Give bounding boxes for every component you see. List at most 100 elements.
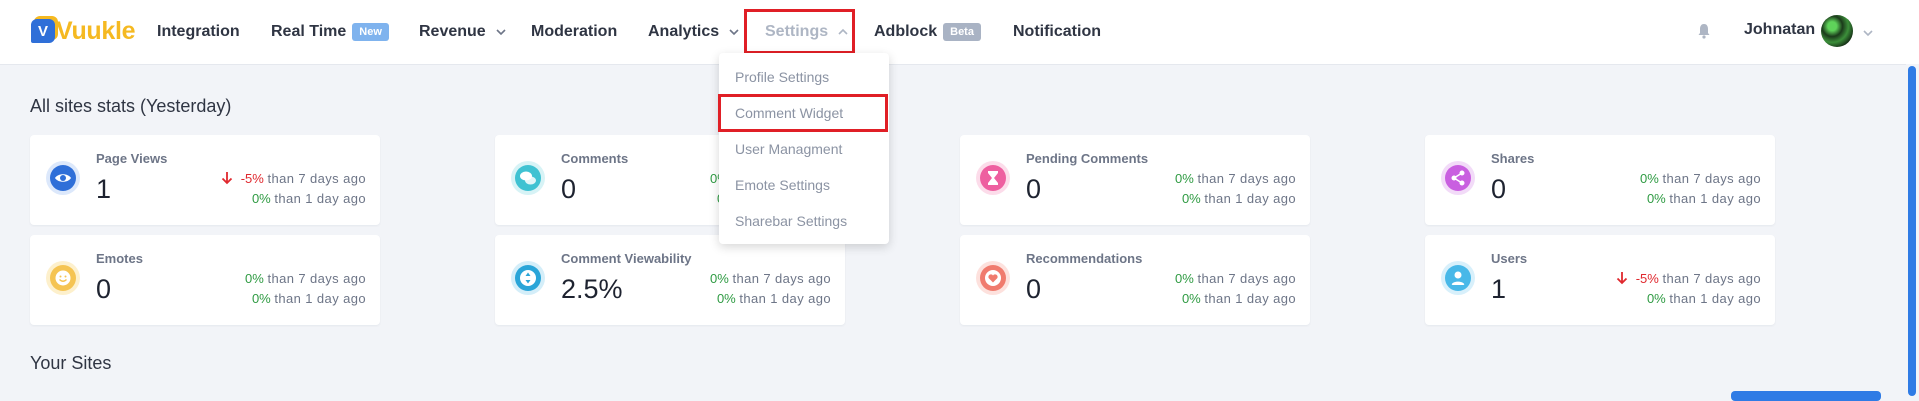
- trend-1-day-pct: 0%: [251, 191, 271, 206]
- trend-7-days: 0% than 7 days ago: [1175, 271, 1296, 286]
- stat-value: 2.5%: [561, 274, 623, 304]
- trend-7-days: 0% than 7 days ago: [245, 271, 366, 286]
- stat-card: Emotes 0 0% than 7 days ago 0% than 1 day a…: [30, 235, 380, 325]
- add-site-button[interactable]: [1731, 391, 1881, 401]
- stat-label: Pending Comments: [1026, 151, 1149, 166]
- trend-7-days-text: than 7 days ago: [267, 271, 366, 286]
- trend-1-day-pct: 0%: [1181, 191, 1201, 206]
- trend-1-day-pct: 0%: [1646, 291, 1666, 306]
- trend-1-day: 0% than 1 day ago: [252, 291, 366, 306]
- stat-icon-wrap: [511, 261, 545, 295]
- arrow-down-icon: [1616, 272, 1627, 285]
- stat-icon-wrap: [1441, 161, 1475, 195]
- logo-text: Vuukle: [56, 16, 136, 45]
- stat-label: Comment Viewability: [561, 251, 692, 266]
- menu-sharebar-settings[interactable]: Sharebar Settings: [735, 213, 847, 229]
- trend-1-day-pct: 0%: [251, 291, 271, 306]
- arrow-down-icon: [221, 172, 232, 185]
- trend-7-days-pct: 0%: [1175, 271, 1194, 286]
- stat-card: Users 1 -5% than 7 days ago 0% than 1 day a…: [1425, 235, 1775, 325]
- stat-icon-wrap: [511, 161, 545, 195]
- your-sites-title: Your Sites: [30, 353, 112, 373]
- nav-notification[interactable]: Notification: [1013, 21, 1101, 43]
- trend-7-days-pct: 0%: [1175, 171, 1194, 186]
- trend-7-days: 0% than 7 days ago: [710, 271, 831, 286]
- stat-value: 0: [1491, 174, 1507, 204]
- eye-icon: [50, 165, 76, 191]
- new-badge: New: [352, 23, 389, 41]
- trend-1-day: 0% than 1 day ago: [1647, 291, 1761, 306]
- trend-1-day: 0% than 1 day ago: [1647, 191, 1761, 206]
- stat-label: Recommendations: [1026, 251, 1143, 266]
- chevron-down-icon: [729, 29, 739, 36]
- trend-1-day-text: than 1 day ago: [1204, 291, 1296, 306]
- menu-user-managment[interactable]: User Managment: [735, 141, 842, 157]
- stat-icon-wrap: [976, 161, 1010, 195]
- trend-7-days: -5% than 7 days ago: [1615, 271, 1761, 286]
- trend-7-days-pct: -5%: [1635, 271, 1659, 286]
- trend-1-day-text: than 1 day ago: [274, 291, 366, 306]
- stat-label: Page Views: [96, 151, 168, 166]
- stat-card: Shares 0 0% than 7 days ago 0% than 1 day a…: [1425, 135, 1775, 225]
- stat-value: 1: [1491, 274, 1507, 304]
- chevron-down-icon[interactable]: [1862, 27, 1874, 39]
- share-icon: [1445, 165, 1471, 191]
- nav-notification-label: Notification: [1013, 23, 1101, 40]
- trend-1-day-text: than 1 day ago: [274, 191, 366, 206]
- user-icon: [1445, 265, 1471, 291]
- vuukle-logo[interactable]: V Vuukle: [31, 14, 136, 48]
- hourglass-icon: [980, 165, 1006, 191]
- stat-icon-wrap: [46, 261, 80, 295]
- stat-card: Page Views 1 -5% than 7 days ago 0% than 1 …: [30, 135, 380, 225]
- stat-value: 0: [561, 174, 577, 204]
- stat-card: Recommendations 0 0% than 7 days ago 0% tha…: [960, 235, 1310, 325]
- nav-adblock[interactable]: Adblock Beta: [874, 21, 981, 43]
- stat-card: Pending Comments 0 0% than 7 days ago 0% th…: [960, 135, 1310, 225]
- nav-moderation[interactable]: Moderation: [531, 21, 617, 43]
- bell-icon[interactable]: [1696, 21, 1712, 41]
- trend-1-day: 0% than 1 day ago: [252, 191, 366, 206]
- top-navbar: V Vuukle Integration Real Time New Reven…: [0, 0, 1919, 65]
- chevron-up-icon: [838, 28, 848, 35]
- stat-card: Comment Viewability 2.5% 0% than 7 days ag…: [495, 235, 845, 325]
- smiley-icon: [50, 265, 76, 291]
- stat-label: Emotes: [96, 251, 143, 266]
- trend-1-day-text: than 1 day ago: [1204, 191, 1296, 206]
- trend-7-days-text: than 7 days ago: [732, 271, 831, 286]
- avatar[interactable]: [1821, 15, 1853, 47]
- nav-revenue-label: Revenue: [419, 23, 486, 40]
- trend-7-days: -5% than 7 days ago: [220, 171, 366, 186]
- menu-comment-widget[interactable]: Comment Widget: [735, 105, 843, 121]
- heart-icon: [980, 265, 1006, 291]
- chevron-down-icon: [496, 29, 506, 36]
- nav-settings[interactable]: Settings: [765, 21, 849, 43]
- stat-value: 0: [1026, 274, 1042, 304]
- up-down-arrows-icon: [515, 265, 541, 291]
- nav-adblock-label: Adblock: [874, 23, 938, 40]
- nav-settings-label: Settings: [765, 23, 829, 40]
- trend-7-days-text: than 7 days ago: [1197, 171, 1296, 186]
- menu-emote-settings[interactable]: Emote Settings: [735, 177, 830, 193]
- menu-profile-settings[interactable]: Profile Settings: [735, 69, 829, 85]
- beta-badge: Beta: [943, 23, 981, 41]
- stat-icon-wrap: [1441, 261, 1475, 295]
- nav-revenue[interactable]: Revenue: [419, 21, 507, 43]
- trend-7-days-text: than 7 days ago: [1662, 271, 1761, 286]
- stat-label: Comments: [561, 151, 629, 166]
- settings-dropdown: Profile Settings Comment Widget User Man…: [719, 53, 889, 244]
- nav-integration-label: Integration: [157, 23, 240, 40]
- trend-1-day-text: than 1 day ago: [1669, 191, 1761, 206]
- stat-value: 1: [96, 174, 112, 204]
- trend-1-day: 0% than 1 day ago: [1182, 191, 1296, 206]
- trend-7-days-pct: 0%: [245, 271, 264, 286]
- trend-1-day: 0% than 1 day ago: [1182, 291, 1296, 306]
- nav-integration[interactable]: Integration: [157, 21, 240, 43]
- nav-realtime[interactable]: Real Time New: [271, 21, 389, 43]
- user-name[interactable]: Johnatan: [1744, 21, 1815, 39]
- scrollbar-thumb[interactable]: [1908, 66, 1916, 396]
- nav-analytics[interactable]: Analytics: [648, 21, 740, 43]
- trend-1-day: 0% than 1 day ago: [717, 291, 831, 306]
- scrollbar[interactable]: [1906, 64, 1919, 396]
- logo-badge: V: [31, 19, 55, 43]
- trend-7-days-text: than 7 days ago: [267, 171, 366, 186]
